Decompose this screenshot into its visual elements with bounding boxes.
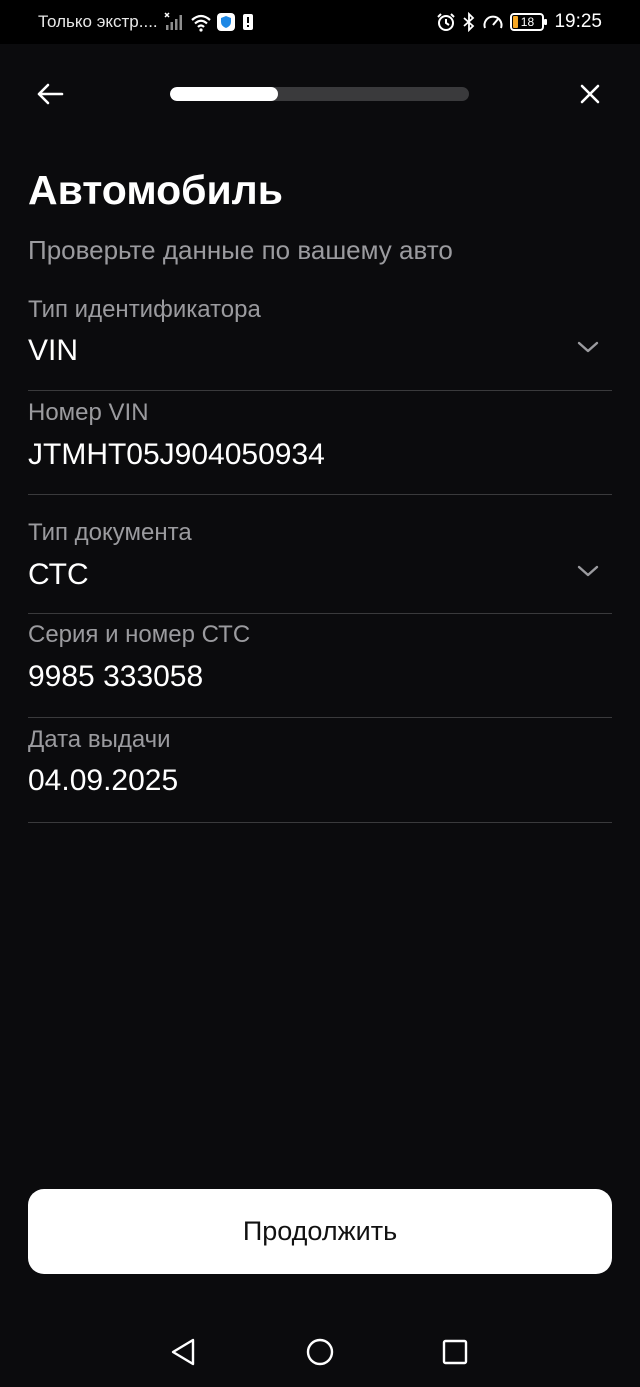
field-label: Тип документа xyxy=(28,519,192,546)
progress-bar xyxy=(170,87,469,101)
square-recent-icon xyxy=(441,1338,469,1366)
shield-icon xyxy=(216,12,236,32)
bluetooth-icon xyxy=(462,12,476,32)
chevron-down-icon xyxy=(576,335,600,359)
field-value: JTMHT05J904050934 xyxy=(28,438,325,471)
speed-icon xyxy=(482,12,504,32)
battery-indicator: 18 xyxy=(510,13,548,31)
nav-home-button[interactable] xyxy=(300,1332,340,1372)
chevron-down-icon xyxy=(576,559,600,583)
app-screen: Только экстр.... 18 19:25 Автомобиль Про… xyxy=(0,0,640,1387)
status-bar: Только экстр.... 18 19:25 xyxy=(0,0,640,44)
battery-tip xyxy=(544,19,548,25)
field-label: Номер VIN xyxy=(28,399,149,426)
page-subtitle: Проверьте данные по вашему авто xyxy=(28,235,453,265)
signal-icon xyxy=(164,12,184,32)
back-button[interactable] xyxy=(28,74,72,114)
carrier-label: Только экстр.... xyxy=(38,12,158,31)
progress-fill xyxy=(170,87,278,101)
circle-home-icon xyxy=(305,1337,335,1367)
close-icon xyxy=(579,83,601,105)
battery-level: 18 xyxy=(520,15,535,29)
field-label: Тип идентификатора xyxy=(28,296,261,323)
close-button[interactable] xyxy=(568,74,612,114)
field-label: Серия и номер СТС xyxy=(28,621,251,648)
nav-recent-button[interactable] xyxy=(435,1332,475,1372)
vin-number-field[interactable]: Номер VIN JTMHT05J904050934 xyxy=(28,391,612,495)
arrow-left-icon xyxy=(36,82,64,106)
nav-back-button[interactable] xyxy=(163,1332,203,1372)
field-label: Дата выдачи xyxy=(28,726,171,753)
field-value: VIN xyxy=(28,334,79,367)
status-right: 18 19:25 xyxy=(436,10,602,34)
identifier-type-select[interactable]: Тип идентификатора VIN xyxy=(28,290,612,391)
triangle-back-icon xyxy=(169,1337,197,1367)
sts-number-field[interactable]: Серия и номер СТС 9985 333058 xyxy=(28,614,612,718)
status-time: 19:25 xyxy=(554,11,602,32)
field-value: СТС xyxy=(28,558,89,591)
wifi-icon xyxy=(190,12,212,32)
page-title: Автомобиль xyxy=(28,167,283,213)
field-value: 9985 333058 xyxy=(28,660,204,693)
vehicle-form: Тип идентификатора VIN Номер VIN JTMHT05… xyxy=(28,290,612,823)
status-left: Только экстр.... xyxy=(38,11,254,33)
system-nav-bar xyxy=(0,1310,640,1387)
alarm-icon xyxy=(436,12,456,32)
continue-button[interactable]: Продолжить xyxy=(28,1189,612,1274)
alert-icon xyxy=(242,12,254,32)
battery-fill xyxy=(513,16,519,28)
document-type-select[interactable]: Тип документа СТС xyxy=(28,495,612,614)
field-value: 04.09.2025 xyxy=(28,764,179,797)
issue-date-field[interactable]: Дата выдачи 04.09.2025 xyxy=(28,718,612,823)
